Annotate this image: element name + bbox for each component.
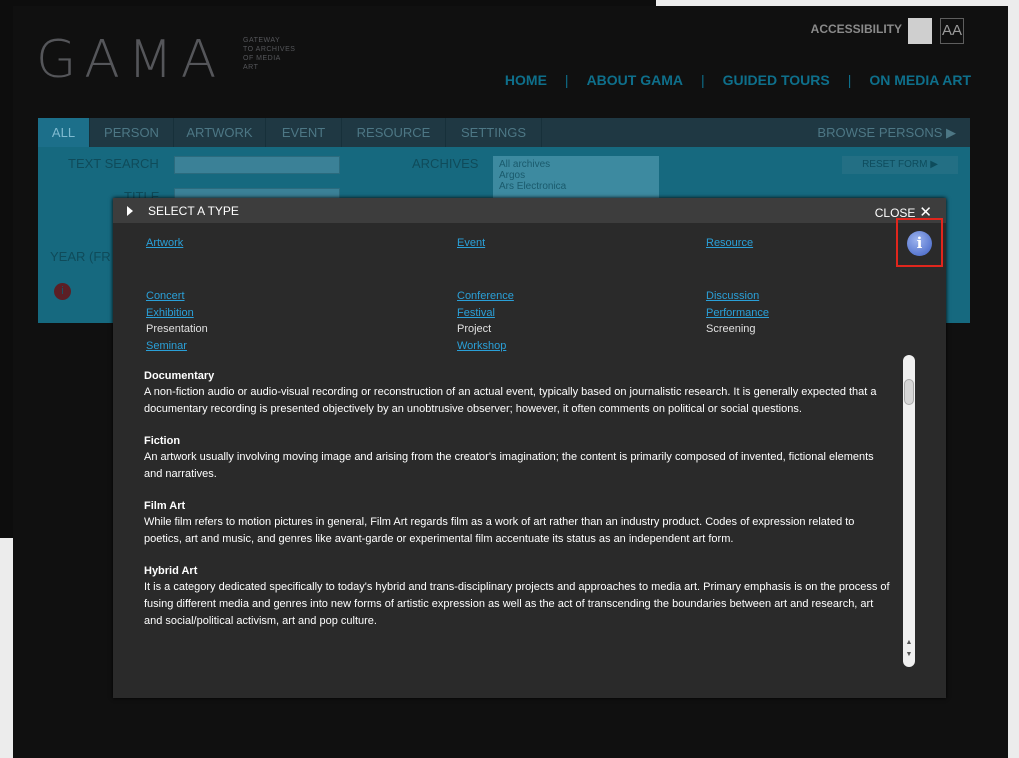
definition-item: Fiction An artwork usually involving mov… [144, 435, 894, 483]
scroll-up-icon[interactable]: ▲ [904, 639, 914, 646]
type-link-discussion[interactable]: Discussion [706, 288, 769, 305]
gama-logo[interactable]: GAMA [36, 30, 224, 90]
nav-separator: | [701, 72, 705, 88]
type-link-resource[interactable]: Resource [706, 237, 753, 249]
main-nav: HOME | ABOUT GAMA | GUIDED TOURS | ON ME… [505, 72, 971, 88]
gama-screen: GAMA GATEWAY TO ARCHIVES OF MEDIA ART AC… [0, 0, 1019, 758]
archives-select[interactable]: All archives Argos Ars Electronica [493, 156, 659, 200]
type-link-performance[interactable]: Performance [706, 305, 769, 322]
definition-term: Film Art [144, 500, 186, 512]
tab-person[interactable]: PERSON [90, 118, 174, 147]
reset-form-button[interactable]: RESET FORM ▶ [842, 156, 958, 174]
nav-home[interactable]: HOME [505, 72, 547, 88]
definition-term: Fiction [144, 435, 181, 447]
nav-about[interactable]: ABOUT GAMA [587, 72, 683, 88]
tagline-line: ART [243, 64, 259, 71]
archive-option[interactable]: Ars Electronica [499, 181, 653, 192]
dialog-header: SELECT A TYPE CLOSE ✕ [113, 198, 946, 223]
definition-text: It is a category dedicated specifically … [144, 581, 890, 627]
tagline-line: TO ARCHIVES [243, 46, 296, 53]
scrollbar-thumb[interactable] [904, 379, 914, 405]
definitions-scrollbar[interactable]: ▲ ▼ [903, 355, 915, 667]
type-link-concert[interactable]: Concert [146, 288, 208, 305]
event-types-col3: Discussion Performance Screening [706, 288, 769, 338]
browse-persons-link[interactable]: BROWSE PERSONS ▶ [817, 118, 956, 147]
tab-resource[interactable]: RESOURCE [342, 118, 446, 147]
nav-separator: | [564, 72, 569, 88]
type-presentation: Presentation [146, 323, 208, 335]
archives-label: ARCHIVES [412, 156, 479, 171]
text-search-label: TEXT SEARCH [68, 156, 159, 171]
search-tabs: ALL PERSON ARTWORK EVENT RESOURCE SETTIN… [38, 118, 970, 147]
year-label: YEAR (FR [50, 249, 111, 264]
archive-option[interactable]: All archives [499, 159, 653, 170]
font-size-toggle-icon[interactable]: AA [940, 18, 964, 44]
definition-text: While film refers to motion pictures in … [144, 516, 855, 545]
contrast-toggle-icon[interactable] [908, 18, 932, 44]
accessibility-label: ACCESSIBILITY [810, 22, 902, 36]
type-link-festival[interactable]: Festival [457, 305, 514, 322]
definition-item: Documentary A non-fiction audio or audio… [144, 370, 894, 418]
expand-arrow-icon [127, 206, 133, 216]
text-search-input[interactable] [174, 156, 340, 174]
definition-term: Documentary [144, 370, 215, 382]
backdrop-left [0, 0, 13, 538]
type-link-event[interactable]: Event [457, 237, 485, 249]
archive-option[interactable]: Argos [499, 170, 653, 181]
type-link-exhibition[interactable]: Exhibition [146, 305, 208, 322]
info-icon[interactable]: i [907, 231, 932, 256]
tagline-line: OF MEDIA [243, 55, 281, 62]
definition-text: A non-fiction audio or audio-visual reco… [144, 386, 877, 415]
event-types-col1: Concert Exhibition Presentation Seminar [146, 288, 208, 354]
tab-all[interactable]: ALL [38, 118, 90, 147]
type-project: Project [457, 323, 492, 335]
nav-guided-tours[interactable]: GUIDED TOURS [723, 72, 830, 88]
definitions-list: Documentary A non-fiction audio or audio… [144, 370, 894, 670]
tab-event[interactable]: EVENT [266, 118, 342, 147]
type-link-artwork[interactable]: Artwork [146, 237, 183, 249]
info-icon[interactable]: i [54, 283, 71, 300]
definition-item: Hybrid Art It is a category dedicated sp… [144, 565, 894, 630]
definition-item: Film Art While film refers to motion pic… [144, 500, 894, 548]
info-highlight-frame: i [896, 218, 943, 267]
select-type-dialog: SELECT A TYPE CLOSE ✕ Artwork Event Resou… [113, 198, 946, 698]
scroll-down-icon[interactable]: ▼ [904, 651, 914, 658]
tab-artwork[interactable]: ARTWORK [174, 118, 266, 147]
nav-on-media-art[interactable]: ON MEDIA ART [869, 72, 971, 88]
nav-separator: | [847, 72, 852, 88]
tab-settings[interactable]: SETTINGS [446, 118, 542, 147]
definition-term: Hybrid Art [144, 565, 198, 577]
tagline-line: GATEWAY [243, 37, 281, 44]
event-types-col2: Conference Festival Project Workshop [457, 288, 514, 354]
type-link-workshop[interactable]: Workshop [457, 338, 514, 355]
definition-text: An artwork usually involving moving imag… [144, 451, 874, 480]
type-link-conference[interactable]: Conference [457, 288, 514, 305]
type-link-seminar[interactable]: Seminar [146, 338, 208, 355]
type-screening: Screening [706, 323, 756, 335]
dialog-title: SELECT A TYPE [148, 204, 239, 218]
logo-tagline: GATEWAY TO ARCHIVES OF MEDIA ART [243, 36, 295, 72]
